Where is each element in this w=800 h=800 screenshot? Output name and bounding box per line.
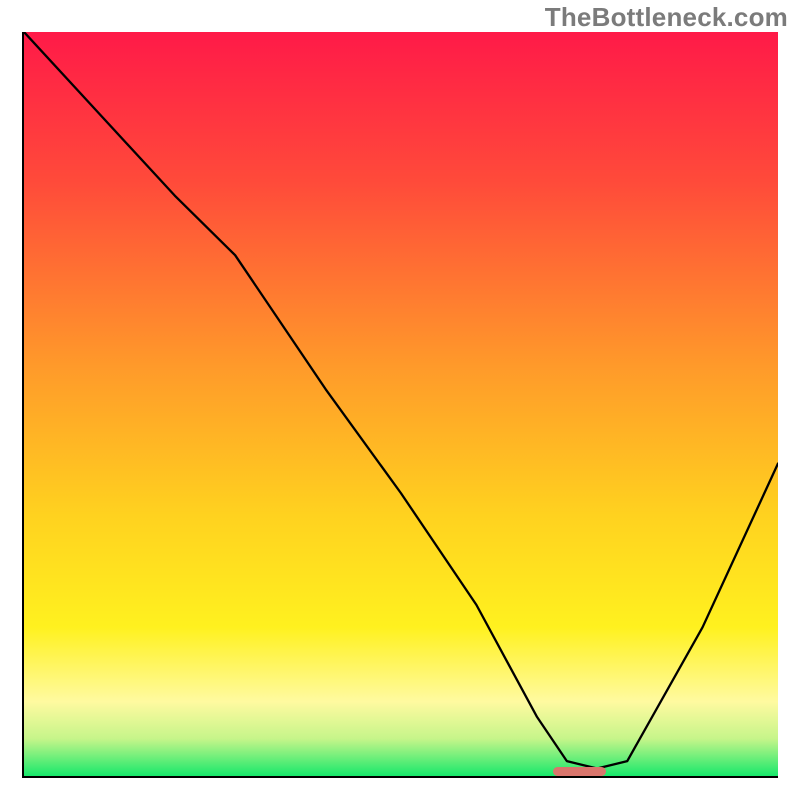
- chart-stage: TheBottleneck.com: [0, 0, 800, 800]
- plot-area: [22, 32, 778, 778]
- bottleneck-curve-path: [24, 32, 778, 769]
- curve-svg: [24, 32, 778, 776]
- watermark-text: TheBottleneck.com: [545, 2, 788, 33]
- optimum-marker: [553, 767, 606, 776]
